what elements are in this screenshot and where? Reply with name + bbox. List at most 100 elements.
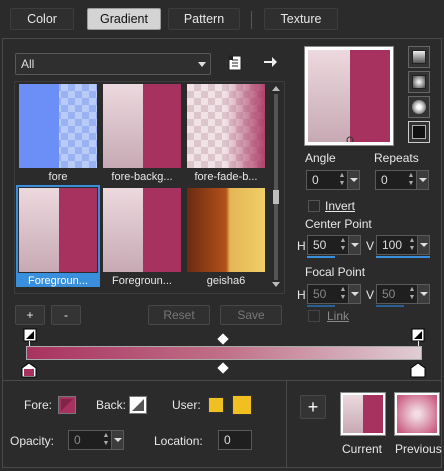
chevron-down-icon[interactable] (417, 285, 429, 303)
save-button[interactable]: Save (220, 305, 282, 325)
center-h-slider[interactable] (307, 256, 335, 258)
tab-color[interactable]: Color (10, 8, 74, 30)
link-checkbox[interactable] (308, 310, 320, 322)
gradient-editor-bar[interactable] (26, 346, 422, 360)
gradient-label: fore-backg... (111, 171, 173, 183)
scroll-track (274, 94, 278, 280)
focal-v-input[interactable]: 50 ▲ ▼ (376, 284, 430, 307)
center-v-slider[interactable] (376, 256, 430, 258)
focal-h-input[interactable]: 50 ▲ ▼ (307, 284, 361, 307)
spin-arrows-icon[interactable]: ▲ ▼ (338, 237, 348, 253)
color-stop-start-icon[interactable] (21, 362, 37, 378)
category-dropdown-value: All (21, 57, 35, 71)
invert-checkbox[interactable] (308, 200, 320, 212)
add-gradient-button[interactable]: + (15, 305, 45, 325)
tab-texture[interactable]: Texture (264, 8, 338, 30)
gradient-thumb-foreground-selected[interactable] (19, 188, 97, 272)
rectangular-gradient-icon[interactable] (408, 71, 430, 93)
current-label: Current (342, 442, 383, 456)
fore-label: Fore: (24, 398, 53, 412)
previous-swatch[interactable] (394, 392, 440, 436)
chevron-down-icon[interactable] (417, 236, 429, 254)
spin-arrows-icon[interactable]: ▲ ▼ (407, 237, 417, 253)
radial-gradient-icon[interactable] (408, 96, 430, 118)
spin-arrows-icon[interactable]: ▲ ▼ (407, 286, 417, 302)
location-value: 0 (224, 433, 231, 447)
back-label: Back: (96, 398, 127, 412)
gradient-label: geisha6 (206, 275, 246, 287)
gradient-thumb-geisha6[interactable] (187, 188, 265, 272)
opacity-input[interactable]: 0 ▲ ▼ (68, 430, 124, 450)
opacity-stop-start-icon[interactable] (23, 328, 37, 342)
scroll-up-icon[interactable] (272, 86, 280, 91)
user-swatch[interactable] (232, 395, 252, 415)
focal-v-value: 50 (382, 287, 396, 301)
center-h-input[interactable]: 50 ▲ ▼ (307, 235, 361, 258)
gradient-label: Foregroun... (112, 275, 172, 287)
gradient-preview[interactable] (304, 46, 394, 146)
focal-v-label: V (366, 288, 375, 302)
angle-input[interactable]: 0 ▲ ▼ (306, 170, 360, 190)
list-scrollbar[interactable] (271, 84, 281, 290)
gradient-label-selected: Foregroun... (16, 275, 100, 287)
spin-arrows-icon[interactable]: ▲ ▼ (101, 432, 111, 448)
section-divider (286, 381, 287, 468)
chevron-down-icon[interactable] (347, 171, 359, 189)
add-to-swatches-button[interactable]: + (300, 395, 326, 419)
focal-h-slider[interactable] (307, 305, 335, 307)
location-label: Location: (154, 434, 203, 448)
gradient-label: fore-fade-b... (194, 171, 258, 183)
user-swatch-small[interactable] (208, 397, 224, 413)
linear-gradient-icon[interactable] (408, 46, 430, 68)
gradient-thumb-fore-background[interactable] (103, 84, 181, 168)
repeats-value: 0 (381, 173, 388, 187)
arrow-right-icon[interactable] (262, 53, 278, 71)
fore-swatch[interactable] (58, 396, 76, 414)
link-label: Link (327, 309, 350, 323)
previous-label: Previous (395, 442, 442, 456)
tab-pattern[interactable]: Pattern (168, 8, 240, 30)
chevron-down-icon[interactable] (348, 285, 360, 303)
remove-gradient-button[interactable]: - (51, 305, 81, 325)
back-swatch[interactable] (129, 396, 147, 414)
gradient-label: fore (48, 171, 68, 183)
angle-label: Angle (305, 151, 336, 165)
gradient-thumb-fore[interactable] (19, 84, 97, 168)
invert-label: Invert (325, 199, 356, 213)
tab-gradient[interactable]: Gradient (87, 8, 161, 30)
center-v-value: 100 (382, 238, 403, 252)
focal-v-slider[interactable] (376, 305, 404, 307)
center-h-label: H (297, 239, 306, 253)
plus-icon: + (307, 397, 319, 417)
repeats-input[interactable]: 0 ▲ ▼ (375, 170, 429, 190)
color-stop-end-icon[interactable] (410, 362, 426, 378)
sunburst-gradient-icon[interactable] (408, 121, 430, 143)
spin-arrows-icon[interactable]: ▲ ▼ (337, 172, 347, 188)
focal-h-value: 50 (313, 287, 327, 301)
scroll-thumb[interactable] (273, 190, 279, 204)
category-dropdown[interactable]: All (15, 53, 211, 75)
opacity-label: Opacity: (10, 434, 55, 448)
scroll-down-icon[interactable] (272, 282, 280, 287)
focal-point-label: Focal Point (305, 265, 366, 279)
opacity-stop-end-icon[interactable] (411, 328, 425, 342)
gradient-thumb-foreground[interactable] (103, 188, 181, 272)
document-icon[interactable] (227, 54, 243, 72)
gradient-thumb-fore-fade-background[interactable] (187, 84, 265, 168)
focal-h-label: H (297, 288, 306, 302)
center-h-value: 50 (313, 238, 327, 252)
center-point-label: Center Point (305, 217, 372, 231)
spin-arrows-icon[interactable]: ▲ ▼ (406, 172, 416, 188)
center-v-label: V (366, 239, 375, 253)
repeats-label: Repeats (374, 151, 419, 165)
spin-arrows-icon[interactable]: ▲ ▼ (338, 286, 348, 302)
chevron-down-icon[interactable] (111, 431, 123, 449)
tab-divider (251, 11, 252, 29)
chevron-down-icon[interactable] (348, 236, 360, 254)
center-v-input[interactable]: 100 ▲ ▼ (376, 235, 430, 258)
chevron-down-icon[interactable] (416, 171, 428, 189)
location-input[interactable]: 0 (218, 430, 252, 450)
section-divider (3, 380, 441, 381)
current-swatch[interactable] (340, 392, 386, 436)
reset-button[interactable]: Reset (148, 305, 210, 325)
